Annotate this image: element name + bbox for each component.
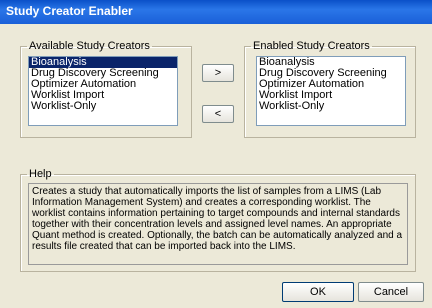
enabled-item[interactable]: Worklist-Only xyxy=(257,101,405,112)
help-legend: Help xyxy=(29,168,52,180)
ok-button[interactable]: OK xyxy=(282,282,354,302)
cancel-button[interactable]: Cancel xyxy=(358,282,424,302)
add-button[interactable]: > xyxy=(202,64,234,82)
available-list[interactable]: Bioanalysis Drug Discovery Screening Opt… xyxy=(28,56,178,126)
enabled-legend: Enabled Study Creators xyxy=(253,40,370,52)
help-text: Creates a study that automatically impor… xyxy=(28,183,408,265)
available-item[interactable]: Worklist-Only xyxy=(29,101,177,112)
remove-button[interactable]: < xyxy=(202,105,234,123)
title-bar[interactable]: Study Creator Enabler xyxy=(0,0,432,24)
dialog-window: Study Creator Enabler Available Study Cr… xyxy=(0,0,432,308)
window-title: Study Creator Enabler xyxy=(6,4,133,18)
available-legend: Available Study Creators xyxy=(29,40,150,52)
enabled-list[interactable]: Bioanalysis Drug Discovery Screening Opt… xyxy=(256,56,406,126)
